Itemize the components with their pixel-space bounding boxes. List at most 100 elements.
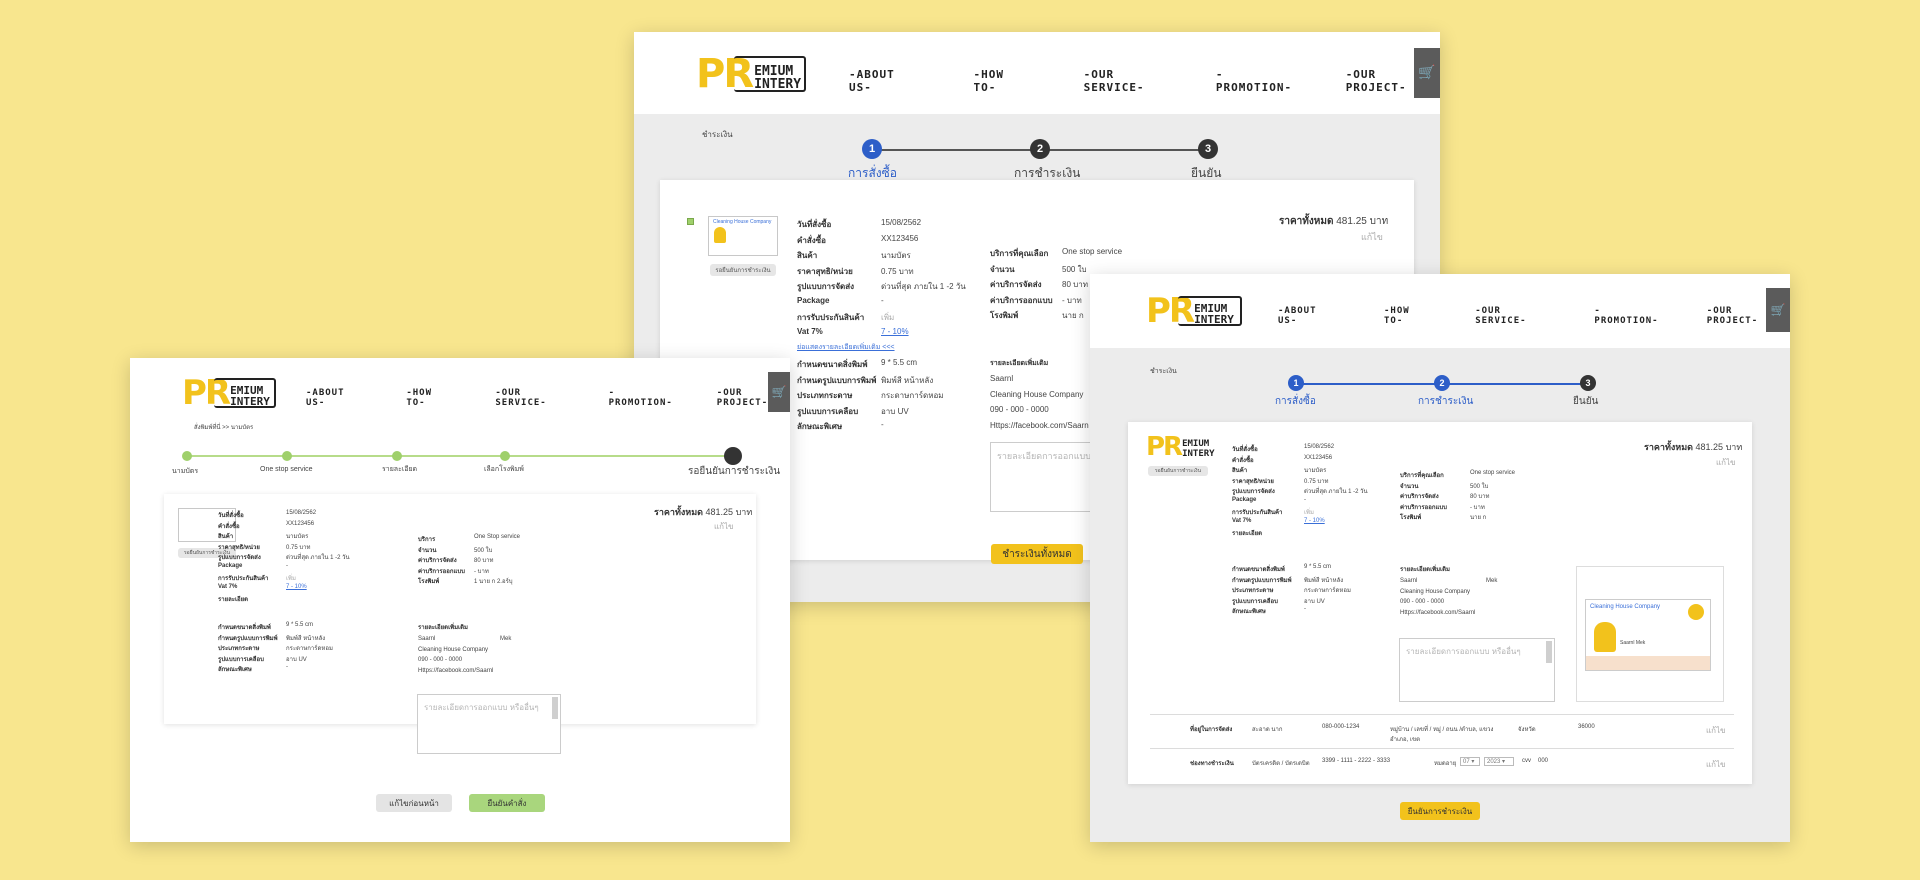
nav-about[interactable]: -ABOUT US-	[849, 68, 922, 94]
nav-howto[interactable]: -HOW TO-	[406, 388, 451, 408]
address-zip: 36000	[1578, 724, 1595, 730]
order-field-value: 15/08/2562	[1304, 444, 1335, 450]
order-field-value: -	[881, 295, 884, 305]
textarea-scrollbar[interactable]	[552, 697, 558, 719]
expiry-label: หมดอายุ	[1434, 761, 1457, 767]
order-field-label: การรับประกันสินค้า	[1232, 510, 1283, 516]
shopping-cart-icon: 🛒	[1418, 65, 1436, 81]
order-field-label: Vat 7%	[1232, 517, 1252, 524]
textarea-scrollbar[interactable]	[1546, 641, 1552, 663]
extra-title: รายละเอียดเพิ่มเติม	[418, 625, 468, 631]
cart-button[interactable]: 🛒	[1766, 288, 1790, 332]
progress-label-5: รอยืนยันการชำระเงิน	[688, 466, 781, 477]
order-field-label: วันที่สั่งซื้อ	[1232, 447, 1258, 453]
edit-link[interactable]: แก้ไข	[714, 520, 734, 533]
spec-field-value: -	[286, 664, 288, 670]
cart-button[interactable]: 🛒	[1414, 48, 1440, 98]
service-field-label: จำนวน	[418, 547, 437, 554]
confirm-payment-button[interactable]: ยืนยันการชำระเงิน	[1400, 802, 1480, 820]
preview-wave	[1586, 656, 1710, 670]
payment-edit-link[interactable]: แก้ไข	[1706, 758, 1726, 771]
service-field-value: - บาท	[1470, 504, 1485, 511]
design-notes-textarea[interactable]: รายละเอียดการออกแบบ หรืออื่นๆ	[417, 694, 561, 754]
service-field-label: จำนวน	[990, 264, 1015, 274]
expiry-month-select[interactable]: 07 ▾	[1460, 757, 1480, 766]
payment-card-number: 3399 - 1111 - 2222 - 3333	[1322, 758, 1391, 764]
extra-line: Https://facebook.com/Saarnl	[418, 667, 494, 674]
pay-all-button[interactable]: ชำระเงินทั้งหมด	[991, 544, 1083, 564]
address-edit-link[interactable]: แก้ไข	[1706, 724, 1726, 737]
nav-service[interactable]: -OUR SERVICE-	[1084, 68, 1178, 94]
extra-line: 090 - 000 - 0000	[1400, 599, 1445, 605]
step-2-circle: 2	[1434, 375, 1450, 391]
nav-about[interactable]: -ABOUT US-	[306, 388, 362, 408]
status-button[interactable]: รอยืนยันการชำระเงิน	[1148, 466, 1208, 476]
nav-about[interactable]: -ABOUT US-	[1278, 306, 1342, 326]
cvv-value[interactable]: 000	[1538, 758, 1548, 764]
extra-line: Saarnl	[418, 636, 436, 642]
service-field-value: 1 นาย ก 2.อร์บุ	[474, 579, 513, 585]
design-notes-textarea[interactable]: รายละเอียดการออกแบบ หรืออื่นๆ	[1399, 638, 1555, 702]
expiry-year-select[interactable]: 2023 ▾	[1484, 757, 1514, 766]
nav-service[interactable]: -OUR SERVICE-	[495, 388, 568, 408]
order-field-label: รูปแบบการจัดส่ง	[1232, 489, 1275, 495]
address-province: จังหวัด	[1518, 727, 1536, 733]
total-label: ราคาทั้งหมด 481.25 บาท	[654, 507, 753, 517]
order-field-label: รายละเอียด	[1232, 531, 1263, 537]
logo[interactable]: PR EMIUM INTERY	[1146, 294, 1244, 328]
spec-field-value: พิมพ์สี หน้าหลัง	[286, 635, 326, 642]
cart-button[interactable]: 🛒	[768, 372, 790, 412]
nav-service[interactable]: -OUR SERVICE-	[1475, 306, 1558, 326]
service-field-value: 80 บาท	[1470, 494, 1490, 500]
extra-line: 090 - 000 - 0000	[990, 405, 1049, 414]
address-label: ที่อยู่ในการจัดส่ง	[1190, 727, 1233, 733]
spec-field-label: ลักษณะพิเศษ	[797, 422, 843, 431]
nav-promotion[interactable]: -PROMOTION-	[609, 388, 673, 408]
progress-line	[186, 455, 732, 457]
step-3-circle: 3	[1198, 139, 1218, 159]
order-card	[164, 494, 756, 724]
logo[interactable]: PR EMIUM INTERY	[696, 54, 806, 94]
total-label: ราคาทั้งหมด 481.25 บาท	[1279, 216, 1389, 227]
logo[interactable]: PR EMIUM INTERY	[182, 376, 278, 410]
progress-dot-2	[282, 451, 292, 461]
nav-howto[interactable]: -HOW TO-	[974, 68, 1032, 94]
edit-link[interactable]: แก้ไข	[1716, 456, 1736, 469]
spec-field-value: -	[1304, 606, 1306, 612]
order-field-label: Vat 7%	[797, 326, 823, 336]
edit-link[interactable]: แก้ไข	[1361, 230, 1383, 244]
product-thumbnail[interactable]: Cleaning House Company	[708, 216, 778, 256]
order-field-label: คำสั่งซื้อ	[797, 235, 826, 245]
total-label: ราคาทั้งหมด 481.25 บาท	[1644, 442, 1743, 452]
service-field-value: 500 ใบ	[1470, 483, 1489, 490]
order-field-value[interactable]: 7 - 10%	[1304, 518, 1325, 524]
order-field-value: XX123456	[286, 520, 315, 527]
service-field-label: บริการ	[418, 537, 436, 543]
confirm-order-button[interactable]: ยืนยันคำสั่ง	[469, 794, 545, 812]
step-1-circle: 1	[1288, 375, 1304, 391]
nav-promotion[interactable]: -PROMOTION-	[1216, 68, 1296, 94]
order-field-value: ด่วนที่สุด ภายใน 1 -2 วัน	[881, 282, 966, 291]
service-field-label: โรงพิมพ์	[418, 579, 440, 585]
order-logo: PR EMIUM INTERY	[1146, 432, 1215, 462]
order-field-value: เพิ่ม	[881, 313, 895, 322]
spec-field-value: กระดาษการ์ดหอม	[286, 646, 333, 652]
order-field-label: Vat 7%	[218, 583, 238, 590]
order-field-label: ราคาสุทธิ/หน่วย	[1232, 478, 1274, 485]
textarea-placeholder: รายละเอียดการออกแบบ	[997, 451, 1091, 461]
service-field-label: ค่าบริการออกแบบ	[418, 568, 465, 575]
logo-scroll	[214, 378, 276, 408]
select-checkbox[interactable]	[687, 218, 694, 225]
back-button[interactable]: แก้ไขก่อนหน้า	[376, 794, 452, 812]
order-field-value[interactable]: 7 - 10%	[881, 327, 909, 336]
logo-scroll	[1178, 296, 1242, 326]
show-more-link[interactable]: ย่อแสดงรายละเอียดเพิ่มเติม <<<	[797, 342, 895, 353]
badge-icon	[1688, 604, 1704, 620]
progress-dot-3	[392, 451, 402, 461]
address-phone: 080-000-1234	[1322, 724, 1360, 730]
nav-promotion[interactable]: -PROMOTION-	[1594, 306, 1664, 326]
nav-howto[interactable]: -HOW TO-	[1384, 306, 1435, 326]
status-button[interactable]: รอยืนยันการชำระเงิน	[710, 264, 776, 276]
design-preview[interactable]: Cleaning House Company Saarnl Mek	[1576, 566, 1724, 702]
order-field-value[interactable]: 7 - 10%	[286, 584, 307, 590]
